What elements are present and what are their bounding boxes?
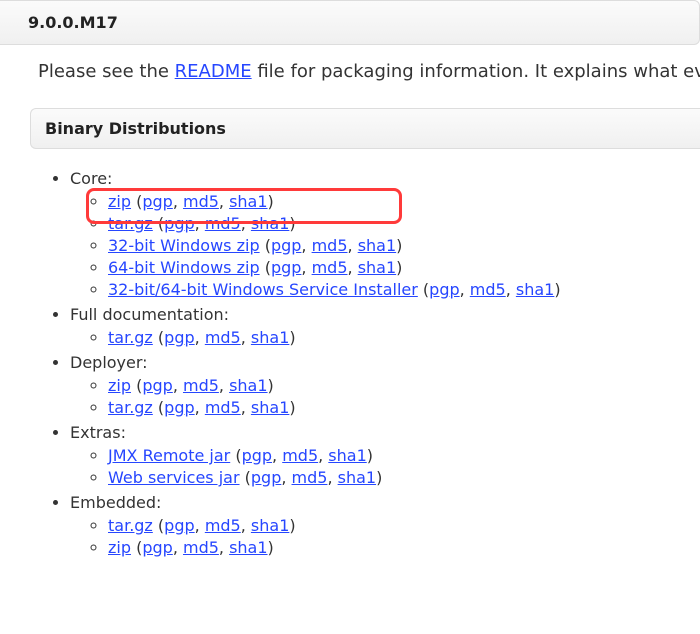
- group-label: Extras:: [70, 423, 126, 442]
- pgp-link[interactable]: pgp: [271, 236, 301, 255]
- distribution-group: Full documentation: tar.gz (pgp, md5, sha…: [70, 305, 700, 347]
- download-link[interactable]: zip: [108, 192, 131, 211]
- md5-link[interactable]: md5: [205, 328, 241, 347]
- group-label: Full documentation:: [70, 305, 229, 324]
- download-link[interactable]: zip: [108, 376, 131, 395]
- pgp-link[interactable]: pgp: [164, 214, 194, 233]
- group-label: Embedded:: [70, 493, 161, 512]
- download-item: tar.gz (pgp, md5, sha1): [108, 516, 700, 535]
- intro-prefix: Please see the: [38, 61, 175, 82]
- md5-link[interactable]: md5: [470, 280, 506, 299]
- download-item: Web services jar (pgp, md5, sha1): [108, 468, 700, 487]
- signature-links: (pgp, md5, sha1): [158, 398, 296, 417]
- download-link[interactable]: tar.gz: [108, 398, 153, 417]
- download-item: zip (pgp, md5, sha1): [108, 192, 700, 211]
- download-items: JMX Remote jar (pgp, md5, sha1)Web servi…: [108, 446, 700, 487]
- signature-links: (pgp, md5, sha1): [265, 236, 403, 255]
- intro-text: Please see the README file for packaging…: [0, 61, 700, 82]
- signature-links: (pgp, md5, sha1): [136, 538, 274, 557]
- sha1-link[interactable]: sha1: [358, 258, 396, 277]
- download-item: 32-bit Windows zip (pgp, md5, sha1): [108, 236, 700, 255]
- sha1-link[interactable]: sha1: [251, 214, 289, 233]
- download-item: zip (pgp, md5, sha1): [108, 538, 700, 557]
- md5-link[interactable]: md5: [205, 214, 241, 233]
- md5-link[interactable]: md5: [292, 468, 328, 487]
- signature-links: (pgp, md5, sha1): [158, 214, 296, 233]
- download-link[interactable]: 64-bit Windows zip: [108, 258, 260, 277]
- download-link[interactable]: Web services jar: [108, 468, 240, 487]
- sha1-link[interactable]: sha1: [229, 192, 267, 211]
- download-item: tar.gz (pgp, md5, sha1): [108, 214, 700, 233]
- sha1-link[interactable]: sha1: [229, 376, 267, 395]
- signature-links: (pgp, md5, sha1): [245, 468, 383, 487]
- pgp-link[interactable]: pgp: [242, 446, 272, 465]
- md5-link[interactable]: md5: [183, 538, 219, 557]
- download-link[interactable]: tar.gz: [108, 214, 153, 233]
- distribution-group: Extras:JMX Remote jar (pgp, md5, sha1)We…: [70, 423, 700, 487]
- pgp-link[interactable]: pgp: [164, 328, 194, 347]
- signature-links: (pgp, md5, sha1): [136, 192, 274, 211]
- md5-link[interactable]: md5: [205, 516, 241, 535]
- signature-links: (pgp, md5, sha1): [158, 328, 296, 347]
- sha1-link[interactable]: sha1: [251, 516, 289, 535]
- pgp-link[interactable]: pgp: [142, 192, 172, 211]
- signature-links: (pgp, md5, sha1): [136, 376, 274, 395]
- md5-link[interactable]: md5: [183, 192, 219, 211]
- signature-links: (pgp, md5, sha1): [158, 516, 296, 535]
- md5-link[interactable]: md5: [282, 446, 318, 465]
- group-label: Core:: [70, 169, 112, 188]
- distribution-groups: Core:zip (pgp, md5, sha1)tar.gz (pgp, md…: [70, 169, 700, 557]
- distribution-group: Deployer:zip (pgp, md5, sha1)tar.gz (pgp…: [70, 353, 700, 417]
- download-link[interactable]: 32-bit/64-bit Windows Service Installer: [108, 280, 418, 299]
- download-items: zip (pgp, md5, sha1)tar.gz (pgp, md5, sh…: [108, 376, 700, 417]
- download-item: zip (pgp, md5, sha1): [108, 376, 700, 395]
- signature-links: (pgp, md5, sha1): [265, 258, 403, 277]
- pgp-link[interactable]: pgp: [142, 538, 172, 557]
- download-items: tar.gz (pgp, md5, sha1): [108, 328, 700, 347]
- download-item: 64-bit Windows zip (pgp, md5, sha1): [108, 258, 700, 277]
- download-items: tar.gz (pgp, md5, sha1)zip (pgp, md5, sh…: [108, 516, 700, 557]
- download-link[interactable]: zip: [108, 538, 131, 557]
- sha1-link[interactable]: sha1: [338, 468, 376, 487]
- sha1-link[interactable]: sha1: [251, 328, 289, 347]
- md5-link[interactable]: md5: [312, 258, 348, 277]
- binaries-heading: Binary Distributions: [30, 108, 700, 149]
- pgp-link[interactable]: pgp: [271, 258, 301, 277]
- version-title: 9.0.0.M17: [0, 0, 700, 45]
- distribution-group: Embedded:tar.gz (pgp, md5, sha1)zip (pgp…: [70, 493, 700, 557]
- readme-link[interactable]: README: [175, 61, 252, 82]
- download-item: tar.gz (pgp, md5, sha1): [108, 398, 700, 417]
- download-item: tar.gz (pgp, md5, sha1): [108, 328, 700, 347]
- group-label: Deployer:: [70, 353, 148, 372]
- download-item: JMX Remote jar (pgp, md5, sha1): [108, 446, 700, 465]
- pgp-link[interactable]: pgp: [164, 398, 194, 417]
- pgp-link[interactable]: pgp: [251, 468, 281, 487]
- signature-links: (pgp, md5, sha1): [235, 446, 373, 465]
- download-link[interactable]: tar.gz: [108, 516, 153, 535]
- download-link[interactable]: tar.gz: [108, 328, 153, 347]
- sha1-link[interactable]: sha1: [251, 398, 289, 417]
- download-items: zip (pgp, md5, sha1)tar.gz (pgp, md5, sh…: [108, 192, 700, 299]
- download-item: 32-bit/64-bit Windows Service Installer …: [108, 280, 700, 299]
- sha1-link[interactable]: sha1: [516, 280, 554, 299]
- sha1-link[interactable]: sha1: [328, 446, 366, 465]
- md5-link[interactable]: md5: [183, 376, 219, 395]
- download-link[interactable]: 32-bit Windows zip: [108, 236, 260, 255]
- download-link[interactable]: JMX Remote jar: [108, 446, 230, 465]
- distribution-group: Core:zip (pgp, md5, sha1)tar.gz (pgp, md…: [70, 169, 700, 299]
- intro-suffix: file for packaging information. It expla…: [252, 61, 700, 82]
- pgp-link[interactable]: pgp: [142, 376, 172, 395]
- pgp-link[interactable]: pgp: [164, 516, 194, 535]
- md5-link[interactable]: md5: [205, 398, 241, 417]
- sha1-link[interactable]: sha1: [358, 236, 396, 255]
- sha1-link[interactable]: sha1: [229, 538, 267, 557]
- signature-links: (pgp, md5, sha1): [423, 280, 561, 299]
- pgp-link[interactable]: pgp: [429, 280, 459, 299]
- md5-link[interactable]: md5: [312, 236, 348, 255]
